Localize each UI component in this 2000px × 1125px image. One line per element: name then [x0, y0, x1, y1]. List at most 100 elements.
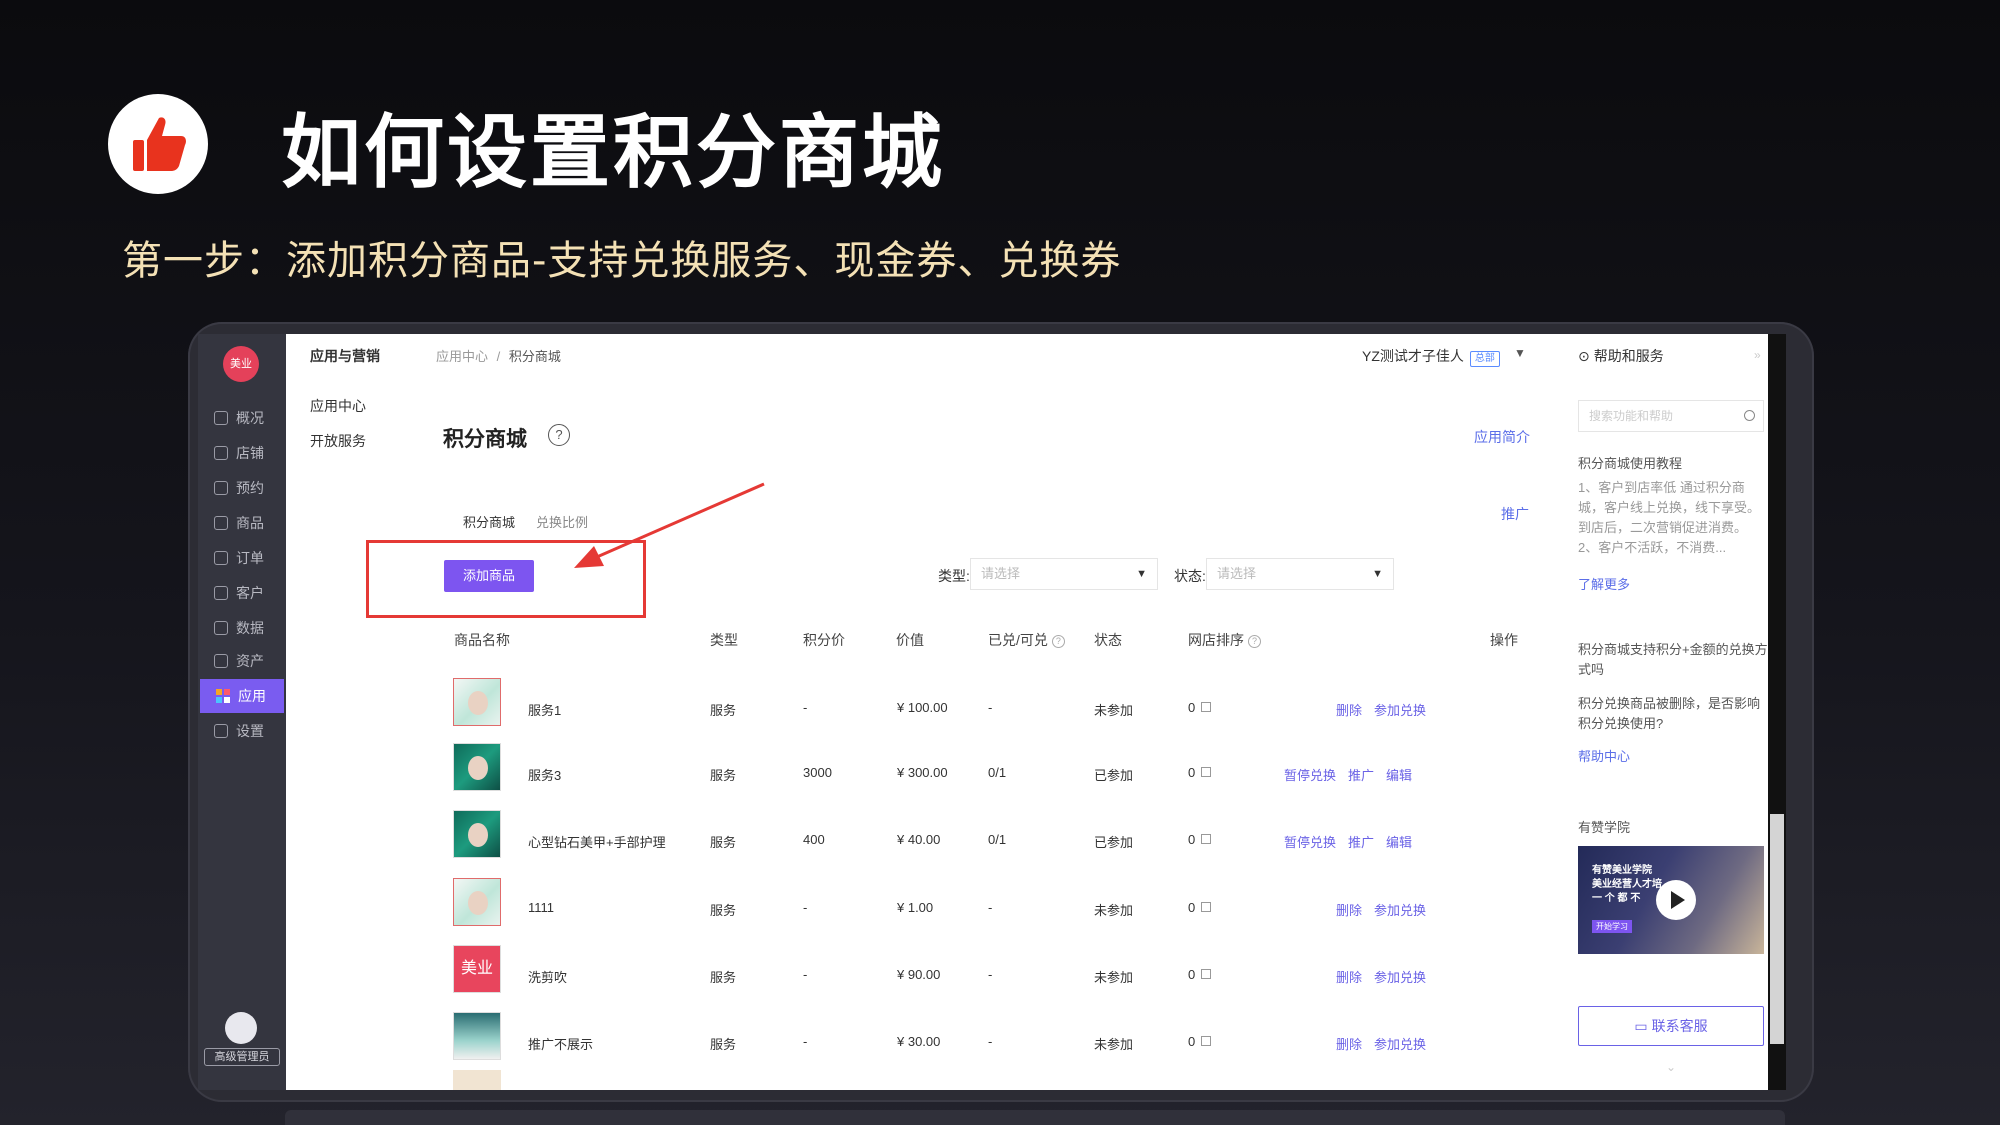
product-type: 服务	[710, 1037, 737, 1052]
col-status: 状态	[1094, 632, 1122, 648]
delete-action[interactable]: 删除	[1336, 970, 1362, 985]
product-name[interactable]: 推广不展示	[528, 1034, 593, 1053]
product-sort[interactable]: 0	[1188, 765, 1212, 780]
pause-exchange-action[interactable]: 暂停兑换	[1284, 768, 1336, 783]
status-select[interactable]: 请选择 ▼	[1206, 558, 1394, 590]
join-exchange-action[interactable]: 参加兑换	[1374, 970, 1426, 985]
product-redeemed: -	[988, 967, 993, 982]
sidebar-item-customers[interactable]: 客户	[198, 576, 286, 610]
sidebar-item-orders[interactable]: 订单	[198, 541, 286, 575]
sidebar-item-goods[interactable]: 商品	[198, 506, 286, 540]
product-value: ¥ 1.00	[897, 900, 934, 915]
product-sort[interactable]: 0	[1188, 700, 1212, 715]
help-search-input[interactable]: 搜索功能和帮助	[1578, 400, 1764, 432]
faq-item[interactable]: 积分兑换商品被删除，是否影响积分兑换使用?	[1578, 694, 1768, 734]
contact-support-button[interactable]: ▭ 联系客服	[1578, 1006, 1764, 1046]
caret-down-icon: ▼	[1372, 568, 1383, 580]
product-points: 400	[803, 832, 825, 847]
annotation-arrow	[574, 482, 765, 568]
product-status: 已参加	[1094, 835, 1134, 850]
product-sort[interactable]: 0	[1188, 967, 1212, 982]
sidebar-item-data[interactable]: 数据	[198, 611, 286, 645]
subnav-open-service[interactable]: 开放服务	[310, 431, 366, 451]
gear-icon	[214, 724, 228, 738]
pause-exchange-action[interactable]: 暂停兑换	[1284, 835, 1336, 850]
table-row: 心型钻石美甲+手部护理 服务 400 ¥ 40.00 0/1 已参加 0 暂停兑…	[423, 810, 1523, 874]
help-icon[interactable]: ?	[548, 424, 570, 446]
tab-points-mall[interactable]: 积分商城	[463, 512, 515, 531]
faq-item[interactable]: 积分商城支持积分+金额的兑换方式吗	[1578, 640, 1768, 680]
sidebar-item-store[interactable]: 店铺	[198, 436, 286, 470]
help-center-link[interactable]: 帮助中心	[1578, 746, 1630, 765]
question-icon[interactable]: ?	[1248, 635, 1261, 648]
edit-icon[interactable]	[1201, 969, 1212, 979]
product-sort[interactable]: 0	[1188, 900, 1212, 915]
sidebar-item-overview[interactable]: 概况	[198, 401, 286, 435]
search-icon[interactable]	[1744, 410, 1755, 421]
edit-action[interactable]: 编辑	[1386, 835, 1412, 850]
sidebar-item-settings[interactable]: 设置	[198, 714, 286, 748]
product-name[interactable]: 心型钻石美甲+手部护理	[528, 832, 666, 851]
subnav-app-center[interactable]: 应用中心	[310, 396, 366, 416]
join-exchange-action[interactable]: 参加兑换	[1374, 1037, 1426, 1052]
join-exchange-action[interactable]: 参加兑换	[1374, 703, 1426, 718]
edit-icon[interactable]	[1201, 702, 1212, 712]
chat-icon: ▭	[1634, 1018, 1648, 1034]
device-bottom-edge	[285, 1110, 1785, 1125]
caret-down-icon: ▼	[1136, 568, 1147, 580]
chevron-down-icon[interactable]: ⌄	[1666, 1060, 1676, 1074]
edit-icon[interactable]	[1201, 834, 1212, 844]
product-sort[interactable]: 0	[1188, 1034, 1212, 1049]
collapse-icon[interactable]: »	[1754, 348, 1761, 362]
join-exchange-action[interactable]: 参加兑换	[1374, 903, 1426, 918]
edit-icon[interactable]	[1201, 767, 1212, 777]
sidebar-item-booking[interactable]: 预约	[198, 471, 286, 505]
partial-thumbnail	[453, 1070, 501, 1090]
product-type: 服务	[710, 970, 737, 985]
video-tag: 开始学习	[1592, 920, 1632, 933]
question-icon[interactable]: ?	[1051, 635, 1065, 648]
academy-video[interactable]: 有赞美业学院 美业经营人才培 一 个 都 不 开始学习	[1578, 846, 1764, 954]
sidebar-item-assets[interactable]: 资产	[198, 644, 286, 678]
promote-action[interactable]: 推广	[1348, 768, 1374, 783]
col-actions: 操作	[1490, 632, 1518, 648]
tutorial-title: 积分商城使用教程	[1578, 456, 1683, 471]
apps-icon	[216, 689, 230, 703]
promote-action[interactable]: 推广	[1348, 835, 1374, 850]
edit-icon[interactable]	[1201, 1036, 1212, 1046]
product-type: 服务	[710, 703, 737, 718]
edit-icon[interactable]	[1201, 902, 1212, 912]
product-name[interactable]: 洗剪吹	[528, 967, 567, 986]
learn-more-link[interactable]: 了解更多	[1578, 574, 1630, 593]
product-name[interactable]: 服务1	[528, 700, 561, 719]
product-thumbnail	[453, 810, 501, 858]
breadcrumb-separator: /	[496, 349, 501, 364]
scrollbar-thumb[interactable]	[1770, 814, 1784, 1044]
delete-action[interactable]: 删除	[1336, 1037, 1362, 1052]
sidebar-item-apps[interactable]: 应用	[200, 679, 284, 713]
col-redeemed: 已兑/可兑?	[988, 630, 1065, 650]
edit-action[interactable]: 编辑	[1386, 768, 1412, 783]
promote-link[interactable]: 推广	[1501, 504, 1529, 524]
product-status: 未参加	[1094, 1037, 1134, 1052]
chevron-down-icon[interactable]: ▼	[1514, 346, 1526, 360]
product-status: 未参加	[1094, 703, 1134, 718]
avatar[interactable]	[225, 1012, 257, 1044]
page-title: 积分商城	[443, 428, 527, 451]
product-points: -	[803, 1034, 808, 1049]
product-sort[interactable]: 0	[1188, 832, 1212, 847]
type-select[interactable]: 请选择 ▼	[970, 558, 1158, 590]
product-redeemed: -	[988, 1034, 993, 1049]
delete-action[interactable]: 删除	[1336, 703, 1362, 718]
video-caption: 有赞美业学院 美业经营人才培 一 个 都 不	[1592, 865, 1662, 904]
row-actions: 暂停兑换 推广 编辑	[1272, 765, 1412, 784]
location-icon: ⊙	[1578, 348, 1590, 364]
breadcrumb-parent[interactable]: 应用中心	[436, 349, 488, 364]
play-icon[interactable]	[1656, 880, 1696, 920]
product-name[interactable]: 服务3	[528, 765, 561, 784]
delete-action[interactable]: 删除	[1336, 903, 1362, 918]
shop-switcher[interactable]: YZ测试才子佳人 总部	[1362, 346, 1500, 367]
store-logo[interactable]: 美业	[223, 346, 259, 382]
product-name[interactable]: 1111	[528, 900, 554, 915]
app-intro-link[interactable]: 应用简介	[1474, 427, 1530, 447]
